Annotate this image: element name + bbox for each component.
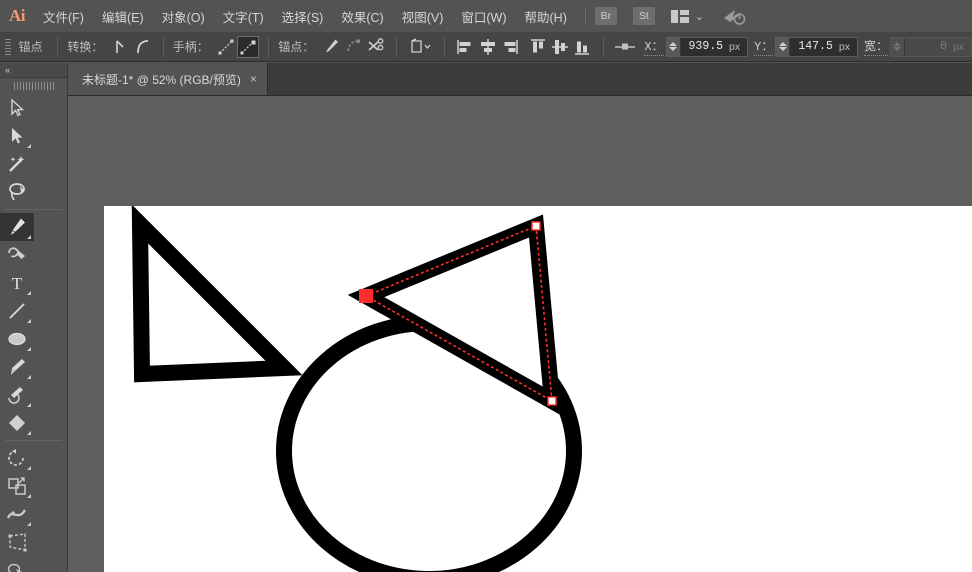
type-tool[interactable]: T: [0, 269, 34, 297]
convert-label: 转换：: [67, 38, 103, 55]
workspace-switcher-icon: [671, 10, 689, 23]
stock-button[interactable]: St: [633, 7, 655, 25]
menu-select[interactable]: 选择(S): [273, 0, 333, 32]
document-tab[interactable]: 未标题-1* @ 52% (RGB/预览) ×: [68, 63, 268, 95]
align-right-icon[interactable]: [499, 36, 521, 58]
menu-window[interactable]: 窗口(W): [452, 0, 515, 32]
workspace-switcher[interactable]: ⌄: [671, 10, 704, 23]
tools-group-selection: [0, 94, 67, 206]
chevron-down-icon: ⌄: [695, 10, 704, 23]
anchor-tools-label: 锚点：: [278, 38, 314, 55]
line-segment-tool[interactable]: [0, 297, 34, 325]
handles-label: 手柄：: [173, 38, 209, 55]
convert-to-smooth-icon[interactable]: [132, 36, 154, 58]
selection-tool[interactable]: [0, 94, 34, 122]
control-divider: [603, 37, 604, 57]
menu-help[interactable]: 帮助(H): [516, 0, 576, 32]
paintbrush-tool[interactable]: [0, 353, 34, 381]
direct-selection-tool[interactable]: [0, 122, 34, 150]
curvature-tool[interactable]: [0, 241, 34, 269]
x-position-label: X：: [644, 37, 663, 56]
width-stepper: [891, 38, 905, 56]
width-field: 0 px: [890, 37, 972, 57]
control-divider: [396, 37, 397, 57]
show-handles-icon[interactable]: [215, 36, 237, 58]
y-position-unit: px: [839, 41, 857, 53]
eraser-tool[interactable]: [0, 409, 34, 437]
distribute-spacing-icon[interactable]: [612, 36, 638, 58]
control-divider: [163, 37, 164, 57]
menu-divider: [585, 7, 586, 25]
free-transform-tool[interactable]: [0, 528, 34, 556]
control-divider: [57, 37, 58, 57]
menu-type[interactable]: 文字(T): [214, 0, 273, 32]
anchor-bottom[interactable]: [548, 397, 556, 405]
menu-file[interactable]: 文件(F): [34, 0, 93, 32]
x-position-field[interactable]: 939.5 px: [666, 37, 749, 57]
magic-wand-tool[interactable]: [0, 150, 34, 178]
bridge-button[interactable]: Br: [595, 7, 617, 25]
artboard[interactable]: [104, 206, 972, 572]
document-tab-title: 未标题-1* @ 52% (RGB/预览): [82, 71, 241, 88]
connect-anchors-icon[interactable]: [342, 36, 364, 58]
menu-view[interactable]: 视图(V): [393, 0, 453, 32]
tools-group-draw: T: [0, 213, 67, 437]
document-tab-bar: 未标题-1* @ 52% (RGB/预览) ×: [68, 63, 972, 96]
svg-text:T: T: [12, 274, 23, 293]
scale-tool[interactable]: [0, 472, 34, 500]
tools-panel: «: [0, 63, 68, 572]
y-position-label: Y：: [754, 37, 773, 56]
control-divider: [444, 37, 445, 57]
canvas-area[interactable]: [68, 96, 972, 572]
tools-divider: [5, 440, 62, 441]
control-bar: 锚点 转换： 手柄：: [0, 32, 972, 62]
illustrator-window: Ai 文件(F) 编辑(E) 对象(O) 文字(T) 选择(S) 效果(C) 视…: [0, 0, 972, 572]
tools-divider: [5, 209, 62, 210]
menu-edit[interactable]: 编辑(E): [93, 0, 153, 32]
shape-builder-tool[interactable]: [0, 556, 34, 572]
menu-object[interactable]: 对象(O): [153, 0, 214, 32]
app-logo: Ai: [0, 0, 34, 32]
tools-panel-grip[interactable]: [0, 78, 67, 94]
x-stepper[interactable]: [667, 38, 681, 56]
remove-anchor-pen-icon[interactable]: [320, 36, 342, 58]
align-horizontal-center-icon[interactable]: [477, 36, 499, 58]
align-vertical-center-icon[interactable]: [549, 36, 571, 58]
align-top-icon[interactable]: [527, 36, 549, 58]
hide-handles-icon[interactable]: [237, 36, 259, 58]
anchor-top[interactable]: [532, 222, 540, 230]
x-position-value: 939.5: [681, 40, 730, 53]
convert-to-corner-icon[interactable]: [109, 36, 131, 58]
y-position-field[interactable]: 147.5 px: [775, 37, 858, 57]
collapse-panel-icon[interactable]: «: [5, 65, 9, 75]
y-position-value: 147.5: [790, 40, 839, 53]
control-bar-grip[interactable]: [5, 39, 11, 55]
cat-head-outline-drawing[interactable]: [104, 206, 972, 572]
width-unit: px: [953, 41, 971, 53]
creative-cloud-icon[interactable]: [722, 6, 746, 26]
width-value: 0: [905, 40, 953, 53]
width-tool[interactable]: [0, 500, 34, 528]
lasso-tool[interactable]: [0, 178, 34, 206]
cat-left-ear[interactable]: [140, 224, 284, 374]
control-divider: [268, 37, 269, 57]
align-bottom-icon[interactable]: [571, 36, 593, 58]
anchor-point-label: 锚点: [18, 38, 42, 55]
close-icon[interactable]: ×: [250, 73, 257, 85]
cut-path-icon[interactable]: [365, 36, 387, 58]
x-position-unit: px: [729, 41, 747, 53]
transform-shape-icon[interactable]: [406, 36, 436, 58]
menu-effect[interactable]: 效果(C): [332, 0, 392, 32]
align-left-icon[interactable]: [454, 36, 476, 58]
ellipse-tool[interactable]: [0, 325, 34, 353]
rotate-tool[interactable]: [0, 444, 34, 472]
width-label: 宽：: [864, 37, 888, 56]
anchor-selected[interactable]: [360, 290, 373, 303]
tools-panel-header[interactable]: «: [0, 63, 67, 78]
menu-bar: Ai 文件(F) 编辑(E) 对象(O) 文字(T) 选择(S) 效果(C) 视…: [0, 0, 972, 32]
tools-group-transform: [0, 444, 67, 572]
pen-tool[interactable]: [0, 213, 34, 241]
shaper-tool[interactable]: [0, 381, 34, 409]
y-stepper[interactable]: [776, 38, 790, 56]
